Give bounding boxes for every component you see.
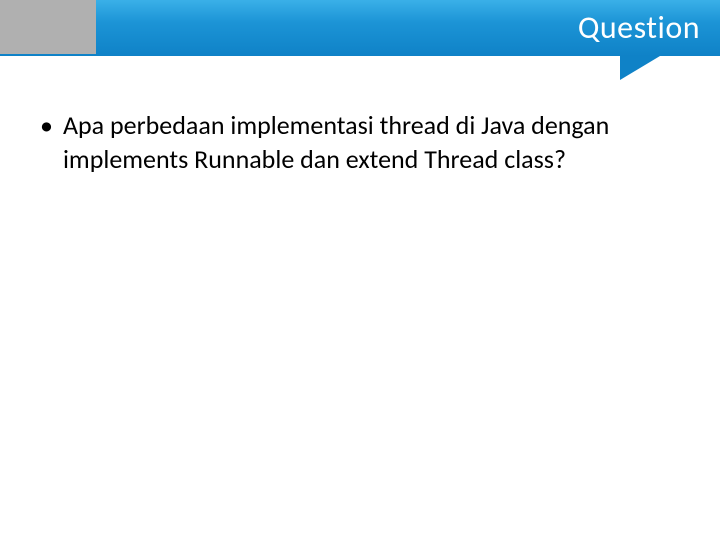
header-grey-box — [0, 0, 96, 54]
slide: Question • Apa perbedaan implementasi th… — [0, 0, 720, 540]
bullet-item: • Apa perbedaan implementasi thread di J… — [40, 108, 640, 176]
speech-bubble-tail-icon — [620, 56, 660, 80]
slide-header: Question — [0, 0, 720, 56]
slide-content: • Apa perbedaan implementasi thread di J… — [40, 108, 640, 176]
slide-title: Question — [578, 8, 700, 47]
bullet-text: Apa perbedaan implementasi thread di Jav… — [63, 108, 640, 176]
bullet-marker-icon: • — [40, 108, 53, 142]
